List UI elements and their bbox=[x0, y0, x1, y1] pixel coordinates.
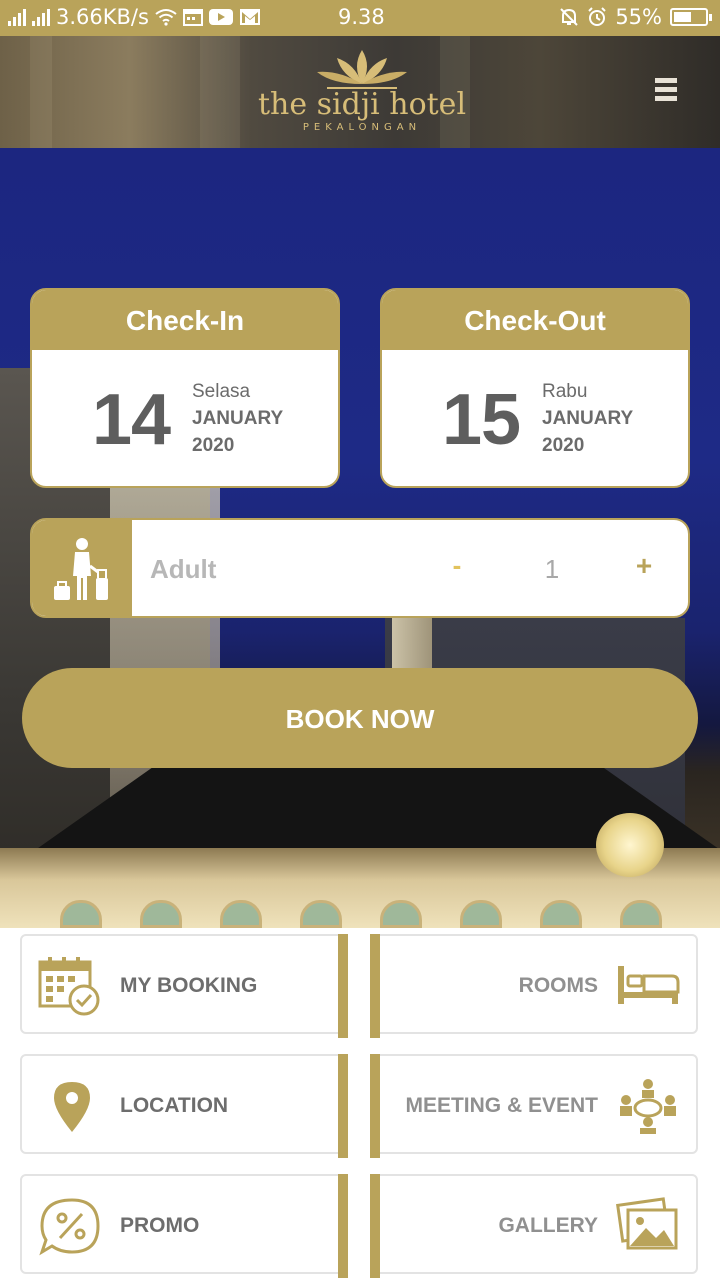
status-right: 55% bbox=[559, 5, 712, 29]
promo-label: PROMO bbox=[120, 1214, 200, 1237]
map-pin-icon bbox=[54, 1082, 90, 1132]
guest-count: 1 bbox=[544, 554, 560, 584]
location-label: LOCATION bbox=[120, 1094, 229, 1117]
alarm-icon bbox=[588, 7, 607, 26]
increase-guests-button[interactable]: + bbox=[628, 550, 660, 590]
decrease-guests-button[interactable]: - bbox=[442, 550, 472, 590]
my-booking-tile[interactable]: MY BOOKING bbox=[20, 934, 348, 1038]
bg-medallion bbox=[596, 813, 664, 877]
calendar-notification-icon bbox=[182, 9, 203, 26]
checkin-weekday: Selasa bbox=[192, 381, 251, 402]
checkout-date-info: Rabu JANUARY 2020 bbox=[542, 378, 633, 459]
battery-icon bbox=[670, 8, 712, 26]
bg-windows bbox=[60, 900, 662, 928]
meeting-event-label: MEETING & EVENT bbox=[405, 1094, 598, 1117]
youtube-icon bbox=[208, 9, 233, 25]
tile-accent-bar bbox=[370, 934, 380, 1038]
status-bar: 3.66KB/s 9.38 55% bbox=[0, 0, 720, 36]
signal-icon bbox=[8, 8, 26, 26]
checkout-year: 2020 bbox=[542, 435, 585, 456]
bell-muted-icon bbox=[560, 8, 579, 26]
checkin-month: JANUARY bbox=[192, 408, 284, 429]
lotus-logo-icon bbox=[317, 50, 407, 89]
logo-name: the sidji hotel bbox=[257, 87, 467, 122]
rooms-tile[interactable]: ROOMS bbox=[370, 934, 698, 1038]
header-bg-pillar bbox=[200, 36, 240, 148]
guest-icon-box bbox=[32, 520, 132, 616]
tile-accent-bar bbox=[338, 1054, 348, 1158]
wifi-icon bbox=[155, 9, 177, 26]
signal-icon-2 bbox=[32, 8, 50, 26]
gallery-photos-icon bbox=[616, 1197, 678, 1250]
battery-fill bbox=[674, 12, 691, 22]
meeting-event-tile[interactable]: MEETING & EVENT bbox=[370, 1054, 698, 1158]
checkin-day: 14 bbox=[92, 380, 171, 460]
gmail-icon bbox=[239, 9, 260, 25]
traveler-luggage-icon bbox=[54, 538, 108, 600]
rooms-label: ROOMS bbox=[518, 974, 598, 997]
promo-percent-icon bbox=[39, 1198, 100, 1256]
checkout-month: JANUARY bbox=[542, 408, 634, 429]
tile-accent-bar bbox=[338, 934, 348, 1038]
promo-tile[interactable]: PROMO bbox=[20, 1174, 348, 1278]
tile-accent-bar bbox=[370, 1174, 380, 1278]
hotel-logo: the sidji hotel PEKALONGAN bbox=[256, 46, 468, 133]
logo-subtitle: PEKALONGAN bbox=[302, 122, 422, 133]
checkin-year: 2020 bbox=[192, 435, 235, 456]
checkout-weekday: Rabu bbox=[542, 381, 588, 402]
checkin-date-info: Selasa JANUARY 2020 bbox=[192, 378, 283, 459]
checkout-title: Check-Out bbox=[382, 290, 688, 350]
tile-accent-bar bbox=[338, 1174, 348, 1278]
header: the sidji hotel PEKALONGAN bbox=[0, 36, 720, 148]
bed-icon bbox=[618, 966, 680, 1004]
header-bg-pillar bbox=[30, 36, 52, 148]
gallery-label: GALLERY bbox=[498, 1214, 598, 1237]
clock: 9.38 bbox=[338, 5, 385, 29]
status-left: 3.66KB/s bbox=[8, 5, 261, 29]
book-now-button[interactable]: BOOK NOW bbox=[22, 668, 698, 768]
guest-selector: Adult - 1 + bbox=[30, 518, 690, 618]
checkin-card[interactable]: Check-In 14 Selasa JANUARY 2020 bbox=[30, 288, 340, 488]
meeting-table-icon bbox=[620, 1079, 676, 1134]
location-tile[interactable]: LOCATION bbox=[20, 1054, 348, 1158]
checkin-title: Check-In bbox=[32, 290, 338, 350]
checkout-card[interactable]: Check-Out 15 Rabu JANUARY 2020 bbox=[380, 288, 690, 488]
battery-percent: 55% bbox=[615, 5, 662, 29]
tile-accent-bar bbox=[370, 1054, 380, 1158]
my-booking-label: MY BOOKING bbox=[120, 974, 258, 997]
calendar-check-icon bbox=[38, 957, 100, 1016]
network-speed: 3.66KB/s bbox=[56, 5, 149, 29]
guest-type-label: Adult bbox=[150, 554, 217, 584]
gallery-tile[interactable]: GALLERY bbox=[370, 1174, 698, 1278]
checkout-day: 15 bbox=[442, 380, 521, 460]
hamburger-menu-icon[interactable] bbox=[655, 78, 677, 108]
